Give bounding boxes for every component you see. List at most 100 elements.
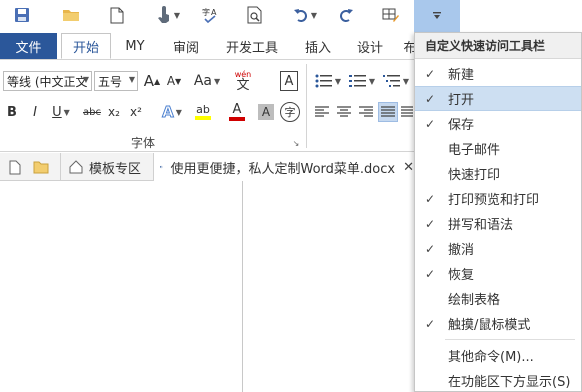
tab-developer[interactable]: 开发工具 bbox=[220, 33, 284, 59]
dropdown-caret-icon: ▼ bbox=[334, 76, 342, 86]
customize-quick-access-button[interactable] bbox=[414, 0, 460, 32]
new-document-icon bbox=[110, 7, 124, 23]
font-size-combo[interactable]: 五号 ▼ bbox=[94, 71, 138, 91]
open-folder-button[interactable] bbox=[30, 153, 52, 181]
dropdown-caret-icon: ▼ bbox=[63, 107, 70, 117]
tab-templates[interactable]: 模板专区 bbox=[60, 153, 152, 181]
new-tab-button[interactable] bbox=[6, 153, 24, 181]
align-right-icon bbox=[359, 106, 373, 117]
menu-item-new[interactable]: ✓ 新建 bbox=[415, 61, 581, 86]
spelling-grammar-button[interactable]: 字 A bbox=[200, 4, 222, 26]
grow-font-label: A bbox=[143, 72, 155, 90]
folder-icon bbox=[63, 10, 79, 21]
menu-item-label: 撤消 bbox=[448, 243, 475, 258]
dropdown-caret-icon: ▼ bbox=[214, 76, 221, 86]
font-color-button[interactable]: A bbox=[222, 102, 252, 122]
highlight-color-swatch bbox=[195, 116, 211, 120]
quick-access-toolbar: ▼ 字 A ▼ bbox=[0, 0, 582, 32]
menu-item-open[interactable]: ✓ 打开 bbox=[415, 86, 581, 111]
underline-button[interactable]: U ▼ bbox=[47, 102, 75, 122]
subscript-button[interactable]: x₂ bbox=[104, 102, 124, 122]
check-icon: ✓ bbox=[425, 316, 436, 331]
menu-item-touch-mode[interactable]: ✓ 触摸/鼠标模式 bbox=[415, 311, 581, 336]
tab-file[interactable]: 文件 bbox=[0, 33, 57, 59]
menu-item-email[interactable]: 电子邮件 bbox=[415, 136, 581, 161]
tab-my[interactable]: MY bbox=[118, 33, 152, 59]
menu-item-label: 其他命令(M)... bbox=[448, 350, 534, 365]
align-left-button[interactable] bbox=[312, 102, 332, 122]
change-case-label: Aa bbox=[193, 73, 212, 89]
check-icon: ✓ bbox=[425, 266, 436, 281]
menu-item-quick-print[interactable]: 快速打印 bbox=[415, 161, 581, 186]
document-tab-label: 使用更便捷，私人定制Word菜单.docx bbox=[170, 161, 396, 177]
menu-item-label: 在功能区下方显示(S) bbox=[448, 375, 571, 390]
new-document-button[interactable] bbox=[108, 4, 126, 26]
align-center-icon bbox=[337, 106, 351, 117]
menu-item-undo[interactable]: ✓ 撤消 bbox=[415, 236, 581, 261]
shrink-font-button[interactable]: A ▼ bbox=[164, 71, 184, 91]
touch-mouse-mode-button[interactable]: ▼ bbox=[150, 4, 186, 26]
undo-button[interactable]: ▼ bbox=[288, 4, 322, 26]
tab-insert[interactable]: 插入 bbox=[298, 33, 338, 59]
character-shading-button[interactable]: A bbox=[258, 104, 274, 120]
word-window: ▼ 字 A ▼ 文件 开始 MY 审阅 开发工具 插入 设计 布 等线 (中文正… bbox=[0, 0, 582, 392]
draw-table-button[interactable] bbox=[380, 4, 402, 26]
chevron-down-icon: ▼ bbox=[82, 75, 89, 84]
align-left-icon bbox=[315, 106, 329, 117]
tab-design[interactable]: 设计 bbox=[350, 33, 390, 59]
enclose-characters-button[interactable]: 字 bbox=[280, 102, 300, 122]
phonetic-guide-button[interactable]: wén 文 bbox=[231, 68, 255, 94]
menu-item-label: 快速打印 bbox=[448, 168, 501, 183]
touch-hand-icon bbox=[157, 6, 169, 23]
redo-icon bbox=[340, 9, 353, 22]
bullets-button[interactable]: ▼ bbox=[312, 71, 344, 91]
menu-item-save[interactable]: ✓ 保存 bbox=[415, 111, 581, 136]
menu-item-print-preview[interactable]: ✓ 打印预览和打印 bbox=[415, 186, 581, 211]
font-name-combo[interactable]: 等线 (中文正文 ▼ bbox=[3, 71, 92, 91]
numbering-button[interactable]: ▼ bbox=[346, 71, 378, 91]
open-button[interactable] bbox=[58, 4, 84, 26]
bold-button[interactable]: B bbox=[3, 102, 21, 122]
distributed-align-icon bbox=[401, 106, 413, 117]
font-dialog-launcher-icon[interactable]: ↘ bbox=[291, 138, 301, 148]
menu-item-show-below-ribbon[interactable]: 在功能区下方显示(S) bbox=[415, 368, 581, 391]
align-right-button[interactable] bbox=[356, 102, 376, 122]
strikethrough-button[interactable]: abc bbox=[80, 102, 104, 122]
font-size-value: 五号 bbox=[98, 74, 123, 89]
superscript-button[interactable]: x² bbox=[126, 102, 146, 122]
redo-button[interactable] bbox=[336, 4, 356, 26]
text-effects-button[interactable]: A ▼ bbox=[157, 102, 187, 122]
close-tab-icon[interactable]: ✕ bbox=[403, 160, 414, 175]
multilevel-list-button[interactable]: ▼ bbox=[380, 71, 412, 91]
menu-item-more-commands[interactable]: 其他命令(M)... bbox=[415, 343, 581, 368]
print-preview-button[interactable] bbox=[245, 4, 265, 26]
highlight-button[interactable]: ab bbox=[188, 102, 218, 122]
menu-separator bbox=[445, 339, 575, 340]
italic-button[interactable]: I bbox=[26, 102, 44, 122]
dropdown-caret-icon: ▼ bbox=[368, 76, 376, 86]
check-icon: ✓ bbox=[425, 191, 436, 206]
align-center-button[interactable] bbox=[334, 102, 354, 122]
templates-tab-label: 模板专区 bbox=[89, 161, 142, 177]
menu-item-draw-table[interactable]: 绘制表格 bbox=[415, 286, 581, 311]
justify-button[interactable] bbox=[378, 102, 398, 122]
dropdown-caret-icon: ▼ bbox=[175, 107, 182, 117]
tab-home[interactable]: 开始 bbox=[61, 33, 111, 59]
svg-text:字: 字 bbox=[202, 7, 210, 17]
spelling-icon: 字 A bbox=[202, 7, 217, 24]
multilevel-list-icon bbox=[382, 75, 400, 87]
tab-review[interactable]: 审阅 bbox=[166, 33, 206, 59]
save-button[interactable] bbox=[10, 4, 34, 26]
underline-label: U bbox=[52, 104, 62, 120]
menu-item-spelling[interactable]: ✓ 拼写和语法 bbox=[415, 211, 581, 236]
grow-font-button[interactable]: A ▲ bbox=[142, 71, 162, 91]
menu-item-redo[interactable]: ✓ 恢复 bbox=[415, 261, 581, 286]
menu-item-label: 打印预览和打印 bbox=[448, 193, 540, 208]
change-case-button[interactable]: Aa ▼ bbox=[192, 71, 222, 91]
menu-item-label: 绘制表格 bbox=[448, 293, 501, 308]
menu-item-label: 触摸/鼠标模式 bbox=[448, 318, 531, 333]
pinyin-char: 文 bbox=[236, 77, 250, 93]
character-border-button[interactable]: A bbox=[280, 71, 298, 91]
tab-document[interactable]: W 使用更便捷，私人定制Word菜单.docx ✕ bbox=[153, 153, 415, 181]
distributed-align-button[interactable] bbox=[400, 102, 414, 122]
